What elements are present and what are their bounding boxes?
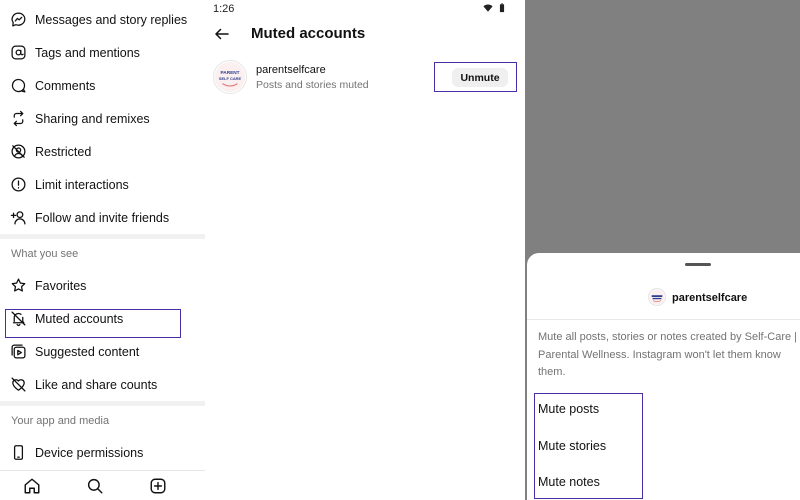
settings-item-suggested-content[interactable]: Suggested content [0,335,205,368]
mute-stories-option[interactable]: Mute stories [538,439,606,453]
settings-item-messages-and-story-replies[interactable]: Messages and story replies [0,3,205,36]
settings-item-label: Favorites [35,278,87,293]
settings-item-tags-and-mentions[interactable]: Tags and mentions [0,36,205,69]
mute-notes-option[interactable]: Mute notes [538,475,600,489]
privacy-settings-panel: Messages and story replies Tags and ment… [0,0,205,500]
settings-item-label: Comments [35,78,96,93]
settings-item-label: Suggested content [35,344,140,359]
restricted-icon [9,143,27,161]
add-person-icon [9,209,27,227]
account-username[interactable]: parentselfcare [256,64,326,76]
settings-item-label: Messages and story replies [35,12,188,27]
status-bar-time: 1:26 [213,3,235,15]
settings-item-label: Sharing and remixes [35,111,150,126]
avatar-text-bottom: SELF CARE [219,76,242,81]
sheet-divider [527,319,800,320]
sheet-avatar [648,288,666,306]
highlight-muted-accounts [5,309,181,338]
settings-item-comments[interactable]: Comments [0,69,205,102]
settings-item-restricted[interactable]: Restricted [0,135,205,168]
page-title: Muted accounts [251,25,366,42]
battery-icon [499,3,505,13]
avatar[interactable]: PARENT SELF CARE [213,60,247,94]
repost-icon [9,110,27,128]
settings-item-label: Follow and invite friends [35,210,170,225]
section-divider [0,401,205,406]
settings-item-sharing-and-remixes[interactable]: Sharing and remixes [0,102,205,135]
settings-item-label: Like and share counts [35,377,158,392]
wifi-icon [483,4,493,12]
settings-item-limit-interactions[interactable]: Limit interactions [0,168,205,201]
phone-icon [9,444,27,462]
settings-item-label: Tags and mentions [35,45,140,60]
create-icon[interactable] [149,477,167,495]
search-icon[interactable] [86,477,104,495]
home-icon[interactable] [23,477,41,495]
status-bar-icons [483,3,507,13]
avatar-text-top: PARENT [221,70,240,75]
settings-item-favorites[interactable]: Favorites [0,269,205,302]
account-mute-status: Posts and stories muted [256,79,369,91]
section-title-what-you-see: What you see [11,248,79,260]
settings-item-label: Restricted [35,144,92,159]
messenger-icon [9,11,27,29]
at-sign-icon [9,44,27,62]
muted-accounts-screen: 1:26 Muted accounts PARENT SELF CARE par… [205,0,525,500]
section-divider [0,234,205,239]
mute-bottom-sheet: parentselfcare Mute all posts, stories o… [527,253,800,500]
back-arrow-icon[interactable] [213,25,231,43]
bottom-navigation [0,470,205,500]
hidden-heart-icon [9,376,27,394]
star-icon [9,277,27,295]
dimmed-overlay[interactable]: parentselfcare Mute all posts, stories o… [525,0,800,500]
settings-item-like-and-share-counts[interactable]: Like and share counts [0,368,205,401]
settings-item-follow-and-invite[interactable]: Follow and invite friends [0,201,205,234]
suggested-content-icon [9,343,27,361]
unmute-button[interactable]: Unmute [452,68,508,87]
comment-bubble-icon [9,77,27,95]
mute-description: Mute all posts, stories or notes created… [538,329,800,382]
section-title-app-and-media: Your app and media [11,415,110,427]
mute-description-cont: them. [538,366,566,378]
settings-item-device-permissions[interactable]: Device permissions [0,436,205,469]
sheet-drag-handle[interactable] [685,263,711,266]
mute-description-text: Mute all posts, stories or notes created… [538,331,798,361]
settings-item-label: Device permissions [35,445,144,460]
settings-item-label: Limit interactions [35,177,129,192]
highlight-unmute: Unmute [434,62,517,92]
mute-posts-option[interactable]: Mute posts [538,402,599,416]
sheet-username: parentselfcare [672,292,748,304]
alert-circle-icon [9,176,27,194]
